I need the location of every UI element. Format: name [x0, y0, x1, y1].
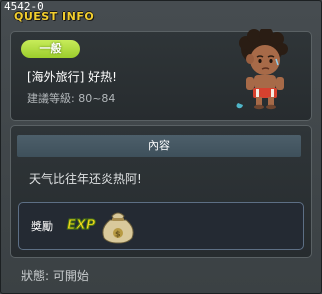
svg-text:$: $ [115, 230, 121, 239]
exp-icon: EXP [67, 218, 97, 234]
quest-name: [海外旅行] 好热! [27, 70, 117, 84]
window-title: QUEST INFO [14, 10, 95, 23]
meso-bag-icon: $ [102, 212, 134, 244]
exp-icon-text: EXP [67, 218, 96, 233]
quest-status: 狀態: 可開始 [21, 269, 89, 283]
quest-level-range: 建議等級: 80~84 [27, 92, 116, 105]
quest-category-badge: 一般 [21, 40, 80, 58]
npc-avatar-icon [236, 29, 288, 110]
reward-box [18, 202, 304, 250]
reward-label: 獎勵 [31, 220, 53, 233]
quest-info-window: 4542-0 QUEST INFO 一般 [海外旅行] 好热! 建議等級: 80… [0, 0, 322, 294]
quest-description: 天气比往年还炎热阿! [29, 172, 142, 186]
content-section-header: 內容 [17, 135, 301, 157]
